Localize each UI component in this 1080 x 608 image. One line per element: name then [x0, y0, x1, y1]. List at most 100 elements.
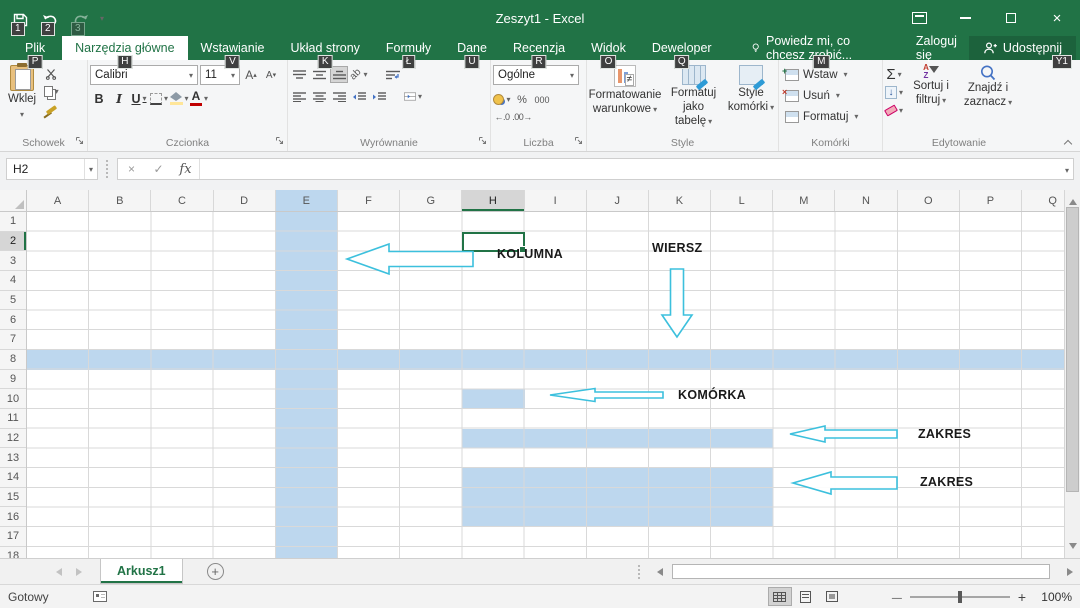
decrease-indent-button[interactable]	[350, 88, 368, 105]
insert-cells-button[interactable]: +Wstaw	[781, 64, 880, 85]
tab-dane[interactable]: DaneU	[444, 36, 500, 60]
cell-styles-button[interactable]: Style komórki	[726, 62, 776, 136]
row-header-9[interactable]: 9	[0, 370, 26, 390]
dialog-launcher-icon[interactable]	[574, 135, 583, 149]
share-button[interactable]: Udostępnij Y1	[969, 36, 1076, 60]
next-sheet-icon[interactable]	[76, 568, 86, 576]
new-sheet-button[interactable]: +	[207, 563, 224, 580]
macro-record-icon[interactable]	[93, 591, 107, 602]
column-header-d[interactable]: D	[214, 190, 276, 211]
formula-input[interactable]	[204, 159, 1061, 179]
scroll-right-button[interactable]	[1064, 563, 1080, 581]
increase-font-size-button[interactable]: A▴	[242, 67, 260, 84]
zoom-slider-handle[interactable]	[958, 591, 962, 603]
zoom-out-button[interactable]	[892, 590, 902, 604]
minimize-button[interactable]	[942, 0, 988, 36]
dialog-launcher-icon[interactable]	[275, 135, 284, 149]
dialog-launcher-icon[interactable]	[478, 135, 487, 149]
name-box-caret[interactable]	[84, 159, 97, 179]
sheet-tab-arkusz1[interactable]: Arkusz1	[100, 559, 183, 584]
column-header-g[interactable]: G	[400, 190, 462, 211]
column-header-c[interactable]: C	[151, 190, 213, 211]
vertical-scroll-thumb[interactable]	[1066, 207, 1079, 492]
column-header-j[interactable]: J	[587, 190, 649, 211]
column-header-i[interactable]: I	[525, 190, 587, 211]
increase-decimal-button[interactable]: ←.0	[493, 108, 511, 125]
tab-deweloper[interactable]: DeweloperQ	[639, 36, 725, 60]
zoom-slider[interactable]	[910, 596, 1010, 598]
row-header-7[interactable]: 7	[0, 330, 26, 350]
row-header-15[interactable]: 15	[0, 488, 26, 508]
vertical-scrollbar[interactable]	[1064, 190, 1080, 558]
row-header-11[interactable]: 11	[0, 409, 26, 429]
conditional-formatting-button[interactable]: Formatowanie warunkowe	[589, 62, 661, 136]
column-header-e[interactable]: E	[276, 190, 338, 211]
sign-in-button[interactable]: Zaloguj się	[904, 36, 969, 60]
cancel-entry-button[interactable]: ×	[118, 159, 145, 179]
expand-formula-bar-caret[interactable]	[1061, 162, 1073, 176]
customize-qat-button[interactable]	[100, 10, 104, 24]
maximize-button[interactable]	[988, 0, 1034, 36]
paste-button[interactable]: Wklej	[2, 62, 42, 136]
borders-button[interactable]	[150, 90, 168, 107]
confirm-entry-button[interactable]: ✓	[145, 159, 172, 179]
accounting-format-button[interactable]	[493, 91, 511, 108]
sort-filter-button[interactable]: AZ Sortuj i filtruj	[903, 62, 959, 136]
find-select-button[interactable]: Znajdź i zaznacz	[959, 62, 1017, 136]
splitter-dots[interactable]	[638, 565, 640, 579]
column-header-l[interactable]: L	[711, 190, 773, 211]
scroll-left-button[interactable]	[650, 563, 666, 581]
row-header-4[interactable]: 4	[0, 271, 26, 291]
row-header-5[interactable]: 5	[0, 291, 26, 311]
italic-button[interactable]: I	[110, 90, 128, 107]
ribbon-display-options-button[interactable]	[896, 0, 942, 36]
column-header-a[interactable]: A	[27, 190, 89, 211]
tab-widok[interactable]: WidokO	[578, 36, 639, 60]
cut-button[interactable]	[42, 65, 60, 82]
column-header-h[interactable]: H	[462, 190, 524, 211]
format-painter-button[interactable]	[42, 101, 60, 118]
save-button[interactable]: 1	[10, 10, 30, 30]
increase-indent-button[interactable]	[370, 88, 388, 105]
decrease-font-size-button[interactable]: A▾	[262, 67, 280, 84]
comma-style-button[interactable]: 000	[533, 91, 551, 108]
zoom-level[interactable]: 100%	[1034, 590, 1072, 604]
fill-button[interactable]: ↓	[885, 84, 903, 101]
previous-sheet-icon[interactable]	[52, 568, 62, 576]
dialog-launcher-icon[interactable]	[75, 135, 84, 149]
column-header-q[interactable]: Q	[1022, 190, 1064, 211]
wrap-text-button[interactable]	[384, 66, 402, 83]
scroll-up-icon[interactable]	[1069, 195, 1077, 205]
zoom-in-button[interactable]	[1018, 589, 1026, 605]
align-bottom-button[interactable]	[330, 66, 348, 83]
row-header-3[interactable]: 3	[0, 251, 26, 271]
tell-me-box[interactable]: Powiedz mi, co chcesz zrobić... M	[739, 36, 904, 60]
column-header-o[interactable]: O	[898, 190, 960, 211]
row-header-14[interactable]: 14	[0, 468, 26, 488]
row-header-12[interactable]: 12	[0, 429, 26, 449]
merge-center-button[interactable]	[404, 88, 422, 105]
align-top-button[interactable]	[290, 66, 308, 83]
horizontal-scrollbar[interactable]	[670, 563, 1060, 580]
column-header-k[interactable]: K	[649, 190, 711, 211]
close-button[interactable]: ×	[1034, 0, 1080, 36]
row-header-13[interactable]: 13	[0, 448, 26, 468]
row-header-17[interactable]: 17	[0, 527, 26, 547]
row-header-2[interactable]: 2	[0, 232, 26, 252]
column-header-m[interactable]: M	[773, 190, 835, 211]
decrease-decimal-button[interactable]: .00→	[513, 108, 531, 125]
column-header-n[interactable]: N	[835, 190, 897, 211]
column-header-f[interactable]: F	[338, 190, 400, 211]
page-layout-view-button[interactable]	[794, 587, 818, 606]
tab-układ-strony[interactable]: Układ stronyK	[277, 36, 372, 60]
column-header-p[interactable]: P	[960, 190, 1022, 211]
row-header-18[interactable]: 18	[0, 547, 26, 558]
format-cells-button[interactable]: Formatuj	[781, 106, 880, 127]
copy-button[interactable]	[42, 83, 60, 100]
clear-button[interactable]	[885, 102, 903, 119]
scroll-down-icon[interactable]	[1069, 543, 1077, 553]
align-center-button[interactable]	[310, 88, 328, 105]
select-all-corner[interactable]	[0, 190, 27, 212]
insert-function-button[interactable]: fx	[172, 159, 199, 179]
tab-formuły[interactable]: FormułyŁ	[373, 36, 444, 60]
